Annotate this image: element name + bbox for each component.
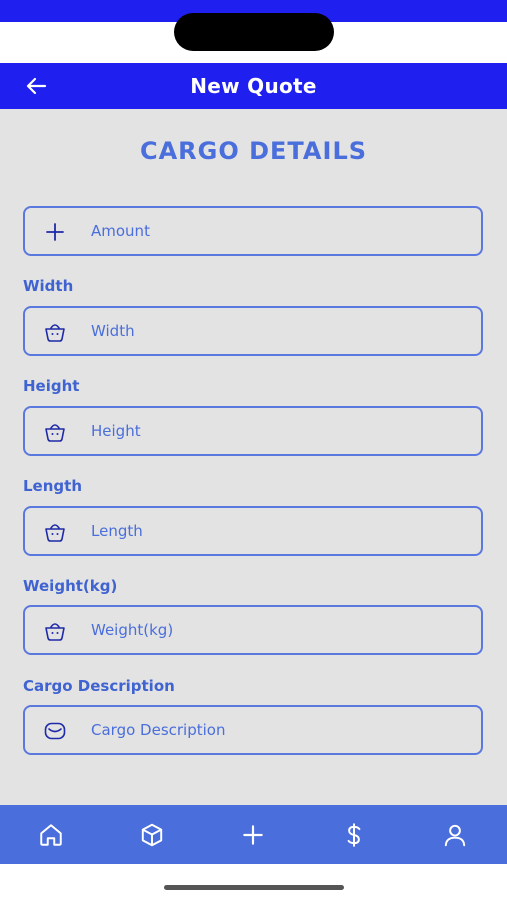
weight-input[interactable]: Weight(kg)	[91, 607, 173, 653]
width-label: Width	[23, 277, 74, 295]
cargo-form: CARGO DETAILS Amount Width Width Height …	[0, 109, 507, 805]
width-input[interactable]: Width	[91, 308, 135, 354]
home-icon	[40, 824, 62, 846]
basket-icon	[45, 424, 65, 442]
user-icon	[444, 824, 466, 847]
width-field[interactable]: Width	[23, 306, 483, 356]
nav-profile[interactable]	[440, 820, 470, 850]
weight-label: Weight(kg)	[23, 577, 118, 595]
plus-icon	[46, 223, 64, 241]
bottom-nav	[0, 805, 507, 864]
basket-icon	[45, 324, 65, 342]
dollar-icon	[347, 823, 361, 847]
height-label: Height	[23, 377, 80, 395]
amount-field[interactable]: Amount	[23, 206, 483, 256]
basket-icon	[45, 524, 65, 542]
length-label: Length	[23, 477, 82, 495]
description-label: Cargo Description	[23, 677, 175, 695]
description-input[interactable]: Cargo Description	[91, 707, 225, 753]
nav-payments[interactable]	[339, 820, 369, 850]
nav-home[interactable]	[36, 820, 66, 850]
length-field[interactable]: Length	[23, 506, 483, 556]
page-title: New Quote	[190, 74, 317, 98]
home-indicator	[164, 885, 344, 890]
envelope-icon	[44, 722, 66, 740]
plus-icon	[243, 825, 263, 845]
dynamic-island	[174, 13, 334, 51]
amount-input[interactable]: Amount	[91, 208, 150, 254]
length-input[interactable]: Length	[91, 508, 143, 554]
basket-icon	[45, 623, 65, 641]
height-field[interactable]: Height	[23, 406, 483, 456]
nav-shipments[interactable]	[137, 820, 167, 850]
description-field[interactable]: Cargo Description	[23, 705, 483, 755]
app-bar: New Quote	[0, 63, 507, 109]
weight-field[interactable]: Weight(kg)	[23, 605, 483, 655]
box-icon	[141, 823, 163, 847]
section-title: CARGO DETAILS	[139, 137, 368, 165]
height-input[interactable]: Height	[91, 408, 141, 454]
nav-new-quote[interactable]	[238, 820, 268, 850]
